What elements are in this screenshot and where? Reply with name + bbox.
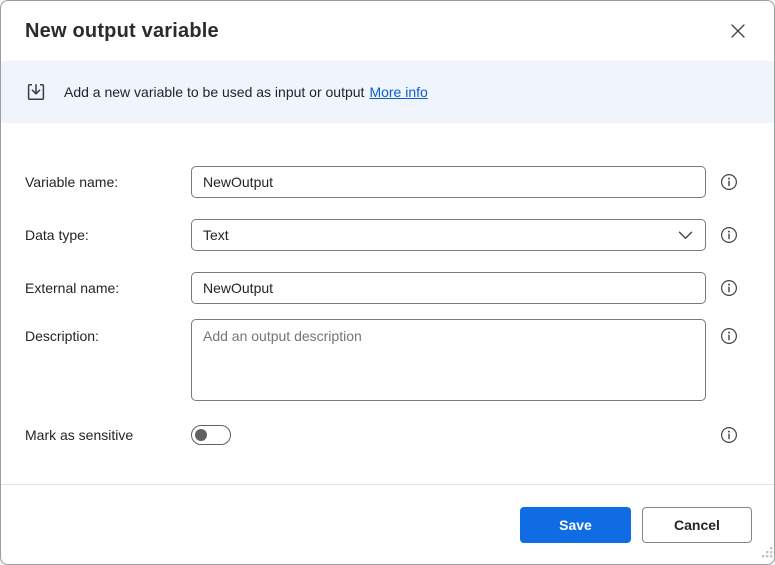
field-row-mark-as-sensitive: Mark as sensitive (25, 425, 774, 445)
mark-as-sensitive-toggle[interactable] (191, 425, 231, 445)
data-type-info-icon[interactable] (720, 226, 738, 244)
external-name-input[interactable] (191, 272, 706, 304)
dialog-header: New output variable (1, 1, 774, 61)
field-row-variable-name: Variable name: (25, 166, 774, 198)
description-textarea[interactable] (191, 319, 706, 401)
mark-as-sensitive-info-icon[interactable] (720, 426, 738, 444)
output-variable-icon (25, 81, 47, 103)
resize-grip[interactable] (759, 544, 773, 563)
dialog-footer: Save Cancel (1, 484, 774, 564)
external-name-label: External name: (25, 280, 191, 296)
data-type-selected-value: Text (203, 227, 229, 243)
form-area: Variable name: Data type: Text (1, 123, 774, 445)
chevron-down-icon (678, 231, 693, 240)
field-row-data-type: Data type: Text (25, 219, 774, 251)
data-type-label: Data type: (25, 227, 191, 243)
more-info-link[interactable]: More info (369, 84, 427, 100)
external-name-info-icon[interactable] (720, 279, 738, 297)
close-button[interactable] (722, 15, 754, 47)
variable-name-input[interactable] (191, 166, 706, 198)
banner-message: Add a new variable to be used as input o… (64, 84, 364, 100)
toggle-knob (195, 429, 207, 441)
cancel-button[interactable]: Cancel (642, 507, 752, 543)
field-row-description: Description: (25, 319, 774, 401)
description-label: Description: (25, 319, 191, 344)
new-output-variable-dialog: New output variable Add a new variable t… (0, 0, 775, 565)
field-row-external-name: External name: (25, 272, 774, 304)
variable-name-label: Variable name: (25, 174, 191, 190)
description-info-icon[interactable] (720, 327, 738, 345)
dialog-title: New output variable (25, 20, 219, 43)
close-icon (731, 24, 745, 38)
save-button[interactable]: Save (520, 507, 631, 543)
data-type-dropdown[interactable]: Text (191, 219, 706, 251)
info-banner: Add a new variable to be used as input o… (1, 61, 774, 123)
variable-name-info-icon[interactable] (720, 173, 738, 191)
mark-as-sensitive-label: Mark as sensitive (25, 427, 191, 443)
